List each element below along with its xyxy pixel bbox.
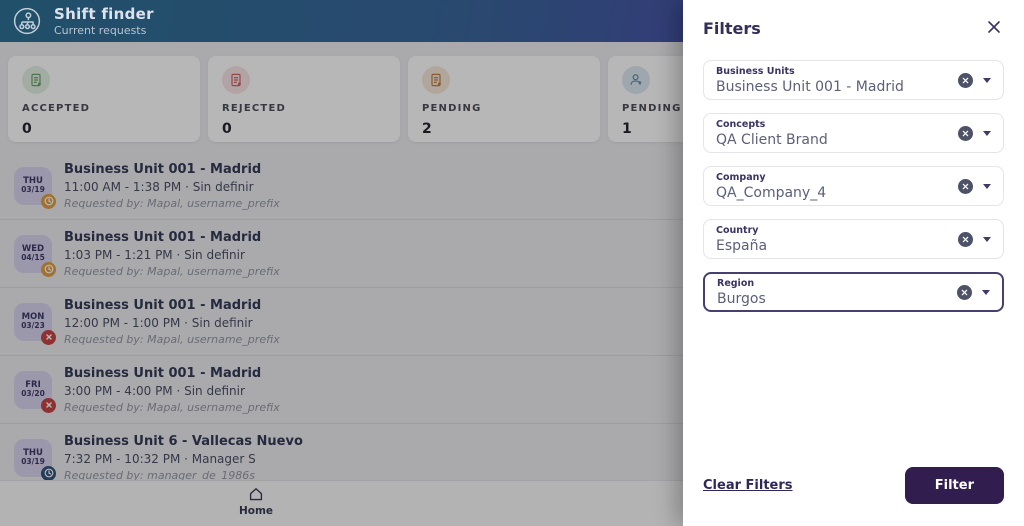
chevron-down-icon[interactable] xyxy=(983,183,991,189)
filter-field-value: Business Unit 001 - Madrid xyxy=(716,78,904,95)
page-title: Shift finder xyxy=(54,5,154,23)
filter-field-concepts[interactable]: Concepts QA Client Brand xyxy=(703,113,1004,153)
filter-field-region[interactable]: Region Burgos xyxy=(703,272,1004,312)
clear-selection-icon[interactable] xyxy=(958,178,973,194)
filter-field-label: Region xyxy=(717,277,755,289)
chevron-down-icon[interactable] xyxy=(982,289,990,295)
filters-panel-header: Filters xyxy=(703,18,1004,38)
page-subtitle: Current requests xyxy=(54,24,147,37)
hierarchy-logo-icon xyxy=(12,6,42,36)
clear-selection-icon[interactable] xyxy=(958,72,973,88)
filters-panel-footer: Clear Filters Filter xyxy=(703,467,1004,508)
clear-selection-icon[interactable] xyxy=(958,231,973,247)
filter-field-business-units[interactable]: Business Units Business Unit 001 - Madri… xyxy=(703,60,1004,100)
close-icon[interactable] xyxy=(984,18,1004,38)
filter-field-value: QA Client Brand xyxy=(716,131,828,148)
chevron-down-icon[interactable] xyxy=(983,130,991,136)
filter-field-company[interactable]: Company QA_Company_4 xyxy=(703,166,1004,206)
chevron-down-icon[interactable] xyxy=(983,77,991,83)
filters-title: Filters xyxy=(703,18,761,38)
header-text: Shift finder Current requests xyxy=(54,5,154,37)
filter-field-country[interactable]: Country España xyxy=(703,219,1004,259)
clear-selection-icon[interactable] xyxy=(958,125,973,141)
clear-selection-icon[interactable] xyxy=(957,284,972,300)
filter-field-label: Concepts xyxy=(716,118,766,130)
filter-field-label: Company xyxy=(716,171,766,183)
filter-fields: Business Units Business Unit 001 - Madri… xyxy=(703,60,1004,312)
clear-filters-link[interactable]: Clear Filters xyxy=(703,478,793,493)
filter-field-value: Burgos xyxy=(717,290,766,307)
chevron-down-icon[interactable] xyxy=(983,236,991,242)
filter-field-label: Country xyxy=(716,224,759,236)
screen: Shift finder Current requests ACCEPTED 0 xyxy=(0,0,1024,526)
filter-field-value: España xyxy=(716,237,768,254)
filters-panel: Filters Business Units Business Unit 001… xyxy=(683,0,1024,526)
filter-field-label: Business Units xyxy=(716,65,795,77)
filter-field-value: QA_Company_4 xyxy=(716,184,827,201)
filter-button[interactable]: Filter xyxy=(904,467,1004,504)
